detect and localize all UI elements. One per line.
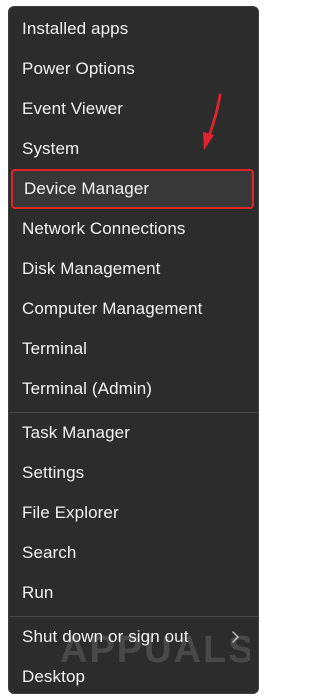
menu-item-device-manager[interactable]: Device Manager — [11, 169, 254, 209]
menu-item-label: Device Manager — [24, 179, 150, 198]
menu-item-search[interactable]: Search — [9, 533, 258, 573]
menu-item-label: Task Manager — [22, 423, 130, 442]
menu-item-label: Event Viewer — [22, 99, 124, 118]
menu-item-computer-management[interactable]: Computer Management — [9, 289, 258, 329]
menu-item-label: Run — [22, 583, 54, 602]
menu-item-label: Desktop — [22, 667, 86, 686]
menu-item-file-explorer[interactable]: File Explorer — [9, 493, 258, 533]
power-user-menu: Installed apps Power Options Event Viewe… — [8, 6, 259, 694]
menu-item-label: Computer Management — [22, 299, 203, 318]
menu-item-terminal-admin[interactable]: Terminal (Admin) — [9, 369, 258, 409]
menu-item-settings[interactable]: Settings — [9, 453, 258, 493]
menu-item-label: Terminal — [22, 339, 88, 358]
menu-item-label: File Explorer — [22, 503, 119, 522]
menu-item-terminal[interactable]: Terminal — [9, 329, 258, 369]
menu-item-shut-down-or-sign-out[interactable]: Shut down or sign out — [9, 617, 258, 657]
menu-item-label: Search — [22, 543, 77, 562]
menu-item-desktop[interactable]: Desktop — [9, 657, 258, 693]
menu-item-power-options[interactable]: Power Options — [9, 49, 258, 89]
menu-item-label: Shut down or sign out — [22, 627, 189, 646]
menu-item-label: System — [22, 139, 80, 158]
menu-item-label: Terminal (Admin) — [22, 379, 153, 398]
menu-item-network-connections[interactable]: Network Connections — [9, 209, 258, 249]
menu-item-label: Installed apps — [22, 19, 129, 38]
menu-item-system[interactable]: System — [9, 129, 258, 169]
menu-item-label: Settings — [22, 463, 85, 482]
menu-item-label: Network Connections — [22, 219, 186, 238]
menu-item-disk-management[interactable]: Disk Management — [9, 249, 258, 289]
menu-item-installed-apps[interactable]: Installed apps — [9, 9, 258, 49]
menu-item-task-manager[interactable]: Task Manager — [9, 413, 258, 453]
menu-item-run[interactable]: Run — [9, 573, 258, 613]
menu-item-event-viewer[interactable]: Event Viewer — [9, 89, 258, 129]
menu-item-label: Power Options — [22, 59, 135, 78]
chevron-right-icon — [232, 631, 239, 643]
menu-item-label: Disk Management — [22, 259, 161, 278]
